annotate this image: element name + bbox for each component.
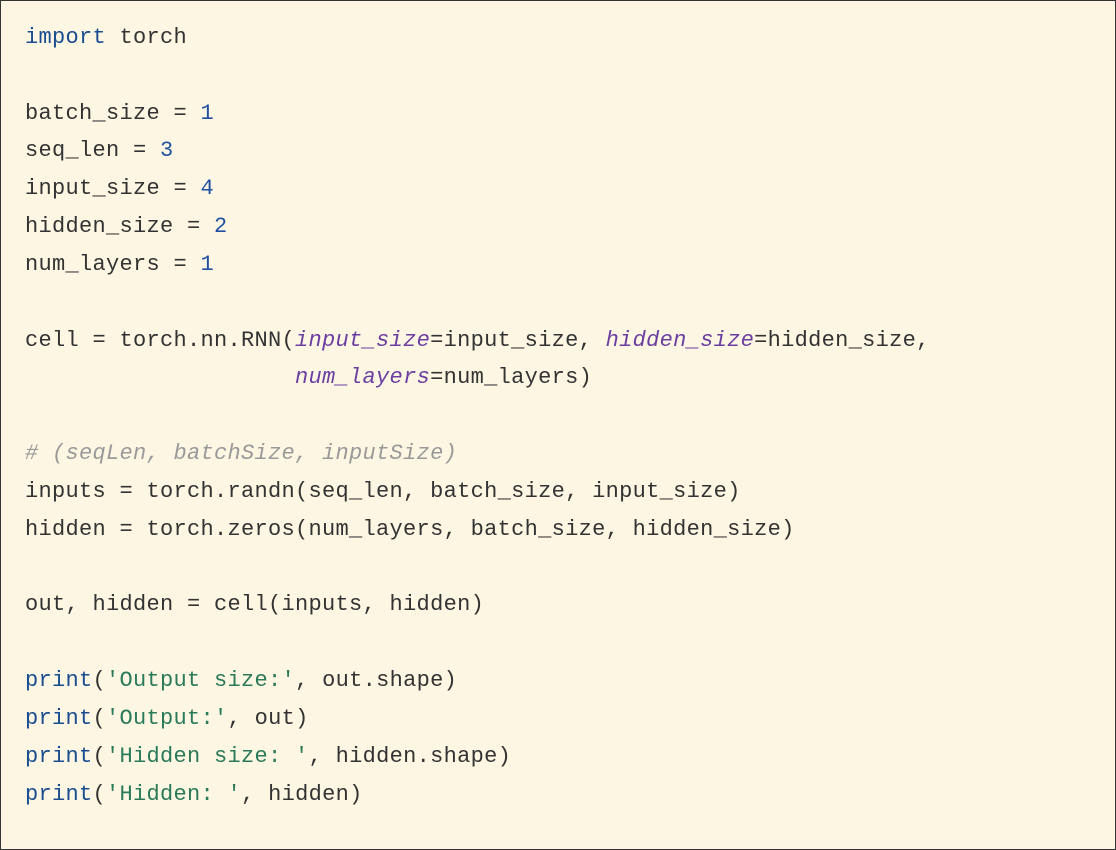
assign-text: input_size = xyxy=(25,176,201,201)
code-line-20: print('Hidden size: ', hidden.shape) xyxy=(25,744,511,769)
call-pre: cell = torch.nn.RNN( xyxy=(25,328,295,353)
module-name: torch xyxy=(106,25,187,50)
code-line-3: batch_size = 1 xyxy=(25,101,214,126)
keyword-import: import xyxy=(25,25,106,50)
paren: ( xyxy=(93,706,107,731)
rest-text: , out.shape) xyxy=(295,668,457,693)
rest-text: , out) xyxy=(228,706,309,731)
builtin-print: print xyxy=(25,744,93,769)
code-line-13: inputs = torch.randn(seq_len, batch_size… xyxy=(25,479,741,504)
builtin-print: print xyxy=(25,706,93,731)
assign-text: seq_len = xyxy=(25,138,160,163)
code-line-5: input_size = 4 xyxy=(25,176,214,201)
builtin-print: print xyxy=(25,782,93,807)
assign-text: batch_size = xyxy=(25,101,201,126)
code-line-18: print('Output size:', out.shape) xyxy=(25,668,457,693)
assign-text: num_layers = xyxy=(25,252,201,277)
code-line-6: hidden_size = 2 xyxy=(25,214,228,239)
code-line-19: print('Output:', out) xyxy=(25,706,309,731)
code-block: import torch batch_size = 1 seq_len = 3 … xyxy=(0,0,1116,850)
code-line-14: hidden = torch.zeros(num_layers, batch_s… xyxy=(25,517,795,542)
builtin-print: print xyxy=(25,668,93,693)
code-line-16: out, hidden = cell(inputs, hidden) xyxy=(25,592,484,617)
string-literal: 'Output:' xyxy=(106,706,228,731)
number-literal: 1 xyxy=(201,252,215,277)
code-line-21: print('Hidden: ', hidden) xyxy=(25,782,363,807)
code-line-9: cell = torch.nn.RNN(input_size=input_siz… xyxy=(25,328,930,353)
number-literal: 4 xyxy=(201,176,215,201)
kwarg-num-layers: num_layers xyxy=(295,365,430,390)
code-line-4: seq_len = 3 xyxy=(25,138,174,163)
code-line-10: num_layers=num_layers) xyxy=(25,365,592,390)
eq-text: =hidden_size, xyxy=(754,328,930,353)
code-line-1: import torch xyxy=(25,25,187,50)
kwarg-input-size: input_size xyxy=(295,328,430,353)
eq-text: =num_layers) xyxy=(430,365,592,390)
code-line-7: num_layers = 1 xyxy=(25,252,214,277)
string-literal: 'Hidden: ' xyxy=(106,782,241,807)
assign-text: hidden_size = xyxy=(25,214,214,239)
rest-text: , hidden.shape) xyxy=(309,744,512,769)
paren: ( xyxy=(93,744,107,769)
paren: ( xyxy=(93,668,107,693)
rest-text: , hidden) xyxy=(241,782,363,807)
paren: ( xyxy=(93,782,107,807)
comment-text: # (seqLen, batchSize, inputSize) xyxy=(25,441,457,466)
string-literal: 'Hidden size: ' xyxy=(106,744,309,769)
number-literal: 3 xyxy=(160,138,174,163)
kwarg-hidden-size: hidden_size xyxy=(606,328,755,353)
indent xyxy=(25,365,295,390)
number-literal: 1 xyxy=(201,101,215,126)
eq-text: =input_size, xyxy=(430,328,606,353)
code-line-12: # (seqLen, batchSize, inputSize) xyxy=(25,441,457,466)
string-literal: 'Output size:' xyxy=(106,668,295,693)
number-literal: 2 xyxy=(214,214,228,239)
